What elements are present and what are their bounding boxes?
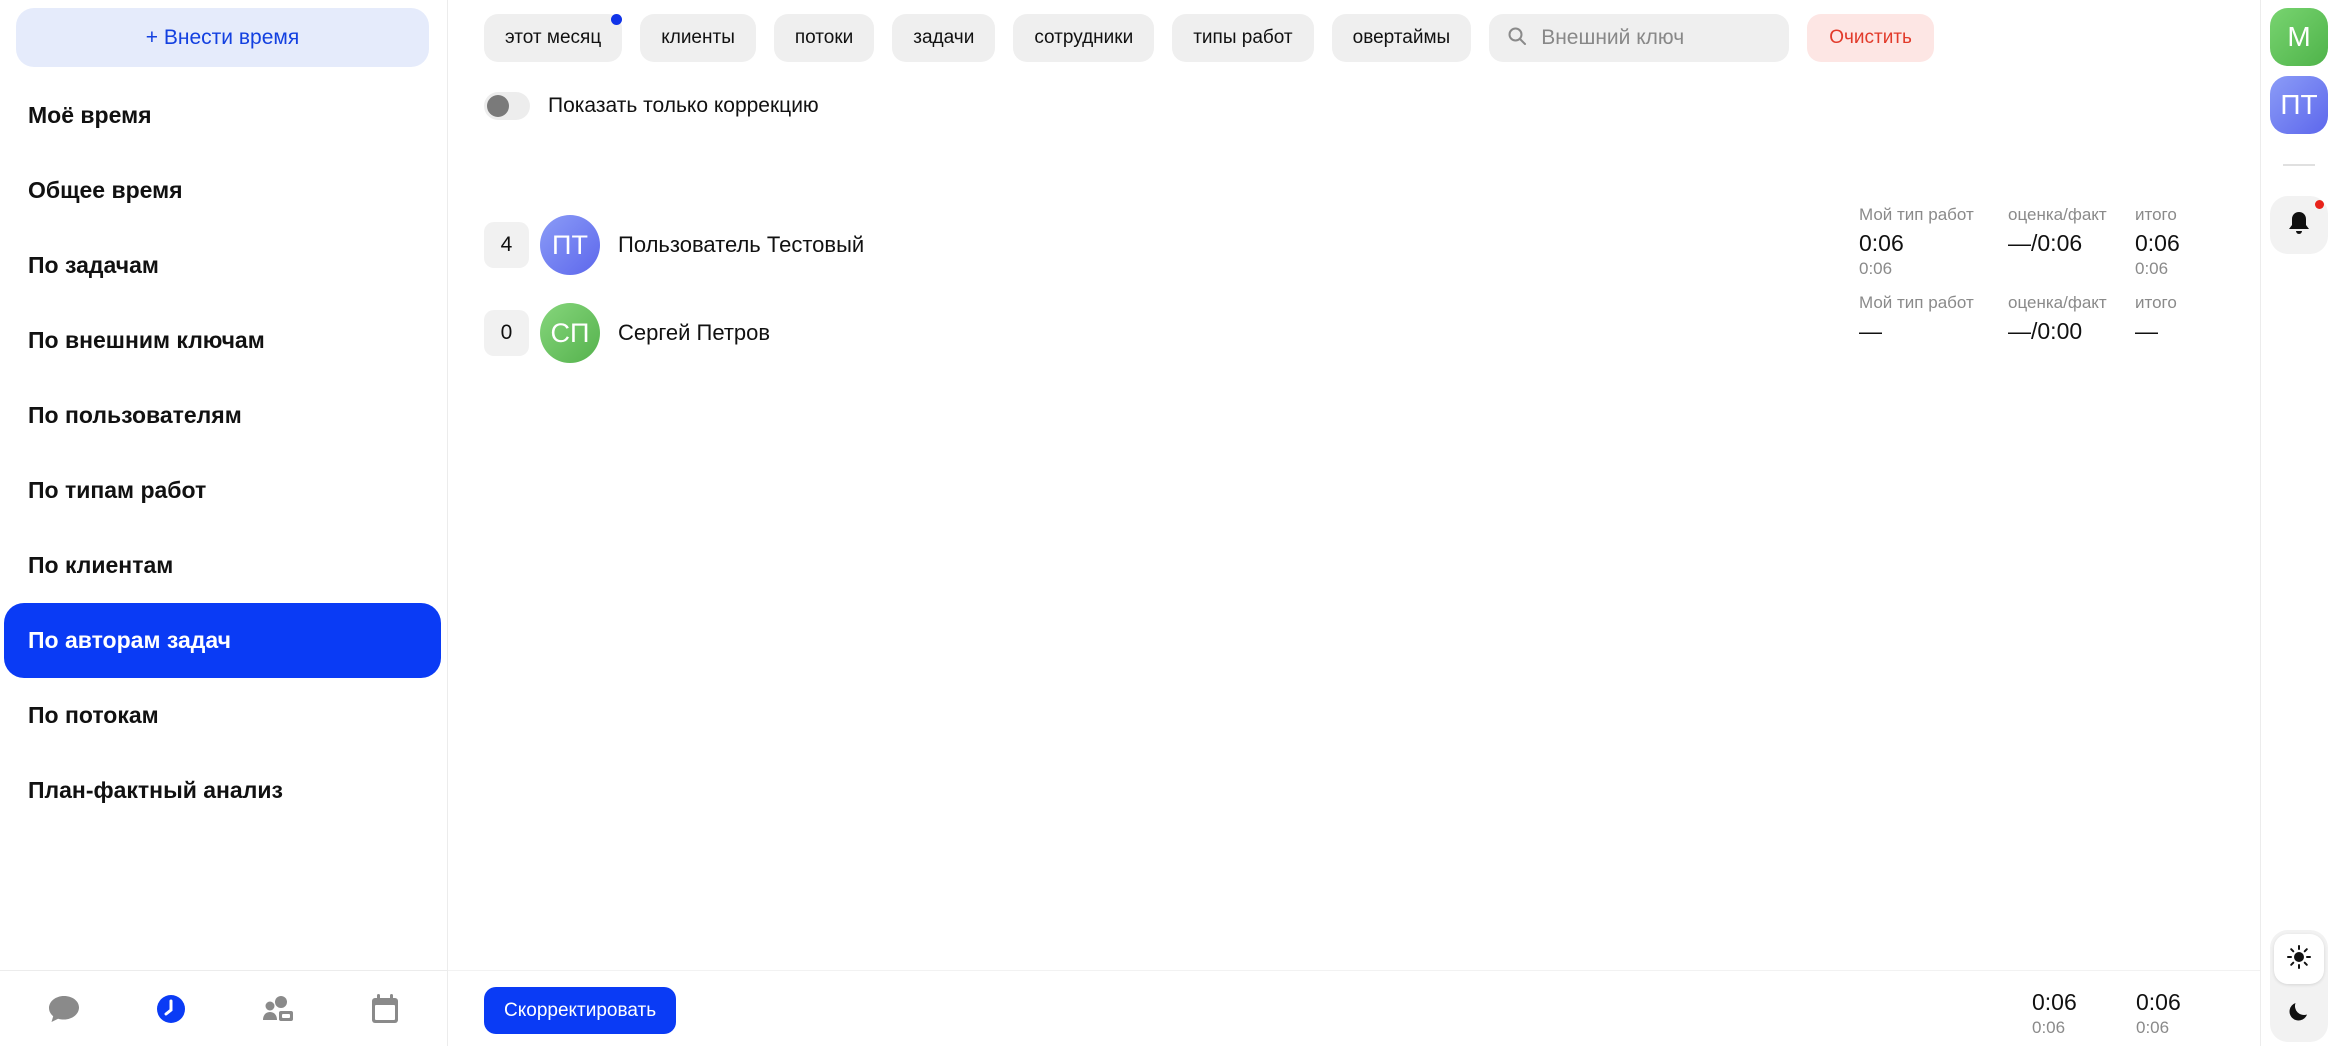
stat-my-work-type: Мой тип работ 0:06 0:06 bbox=[1859, 205, 1974, 279]
calendar-icon[interactable] bbox=[365, 989, 405, 1029]
user-name: Сергей Петров bbox=[618, 320, 771, 345]
sidebar-item-by-task-authors[interactable]: По авторам задач bbox=[4, 603, 441, 678]
correction-toggle-row: Показать только коррекцию bbox=[484, 92, 819, 120]
light-theme-button[interactable] bbox=[2274, 934, 2324, 984]
stat-value: 0:06 bbox=[2135, 230, 2180, 256]
filter-chip-streams[interactable]: потоки bbox=[773, 14, 875, 62]
filter-chip-label: этот месяц bbox=[505, 27, 602, 48]
filter-chip-label: потоки bbox=[794, 27, 854, 48]
filter-bar: этот месяц клиенты потоки задачи сотрудн… bbox=[484, 14, 1934, 62]
notification-dot bbox=[2315, 200, 2324, 209]
footer-total-sub: 0:06 bbox=[2136, 1018, 2170, 1037]
footer-total-sum: 0:06 0:06 bbox=[2136, 989, 2181, 1038]
sidebar-item-my-time[interactable]: Моё время bbox=[4, 78, 441, 153]
footer-bar: Скорректировать 0:06 0:06 0:06 0:06 bbox=[448, 970, 2260, 1046]
sidebar-nav: Моё время Общее время По задачам По внеш… bbox=[4, 78, 441, 828]
stat-estimate-fact: оценка/факт —/0:00 bbox=[2008, 293, 2107, 345]
stat-label: итого bbox=[2135, 205, 2177, 224]
footer-total-value: 0:06 bbox=[2032, 989, 2077, 1015]
sun-icon bbox=[2286, 944, 2312, 975]
dark-theme-button[interactable] bbox=[2274, 988, 2324, 1038]
filter-chip-label: сотрудники bbox=[1034, 27, 1134, 48]
footer-total-estimate: 0:06 0:06 bbox=[2032, 989, 2077, 1038]
rail-divider bbox=[2283, 164, 2315, 166]
stat-value: —/0:06 bbox=[2008, 230, 2083, 256]
stat-my-work-type: Мой тип работ — bbox=[1859, 293, 1974, 345]
filter-chip-clients[interactable]: клиенты bbox=[640, 14, 756, 62]
footer-total-value: 0:06 bbox=[2136, 989, 2181, 1015]
chat-icon[interactable] bbox=[44, 989, 84, 1029]
row-count-badge: 0 bbox=[484, 310, 529, 356]
sidebar-item-by-streams[interactable]: По потокам bbox=[4, 678, 441, 753]
stat-sub: 0:06 bbox=[2135, 259, 2169, 278]
stat-estimate-fact: оценка/факт —/0:06 bbox=[2008, 205, 2107, 257]
sidebar-item-total-time[interactable]: Общее время bbox=[4, 153, 441, 228]
table-row[interactable]: 0 СП Сергей Петров Мой тип работ — оценк… bbox=[484, 293, 2224, 363]
correction-toggle-label: Показать только коррекцию bbox=[548, 94, 819, 117]
external-key-search bbox=[1489, 14, 1790, 62]
sidebar-item-by-work-types[interactable]: По типам работ bbox=[4, 453, 441, 528]
correction-toggle[interactable] bbox=[484, 92, 530, 120]
stat-label: Мой тип работ bbox=[1859, 293, 1974, 312]
active-filter-dot bbox=[611, 14, 623, 25]
stat-value: —/0:00 bbox=[2008, 318, 2083, 344]
correct-button[interactable]: Скорректировать bbox=[484, 987, 677, 1034]
user-avatar-pt[interactable]: ПТ bbox=[2270, 76, 2328, 134]
people-icon[interactable] bbox=[258, 989, 298, 1029]
filter-chip-label: задачи bbox=[913, 27, 975, 48]
filter-chip-work-types[interactable]: типы работ bbox=[1172, 14, 1314, 62]
notifications-button[interactable] bbox=[2270, 196, 2328, 254]
avatar: СП bbox=[540, 303, 600, 363]
avatar: ПТ bbox=[540, 215, 600, 275]
moon-icon bbox=[2287, 999, 2311, 1028]
add-time-button[interactable]: + Внести время bbox=[16, 8, 429, 67]
stat-label: Мой тип работ bbox=[1859, 205, 1974, 224]
stat-label: оценка/факт bbox=[2008, 205, 2107, 224]
footer-total-sub: 0:06 bbox=[2032, 1018, 2066, 1037]
table-row[interactable]: 4 ПТ Пользователь Тестовый Мой тип работ… bbox=[484, 205, 2224, 278]
sidebar-bottom-bar bbox=[0, 970, 448, 1046]
workspace-avatar-m[interactable]: М bbox=[2270, 8, 2328, 66]
stat-value: — bbox=[2135, 318, 2158, 344]
stat-sub: 0:06 bbox=[1859, 259, 1893, 278]
filter-chip-overtimes[interactable]: овертаймы bbox=[1331, 14, 1472, 62]
sidebar-item-by-external-keys[interactable]: По внешним ключам bbox=[4, 303, 441, 378]
filter-chip-label: типы работ bbox=[1193, 27, 1293, 48]
stat-total: итого 0:06 0:06 bbox=[2135, 205, 2180, 279]
toggle-knob bbox=[487, 95, 509, 117]
filter-chip-employees[interactable]: сотрудники bbox=[1013, 14, 1155, 62]
main-content: этот месяц клиенты потоки задачи сотрудн… bbox=[448, 0, 2260, 1046]
stat-label: итого bbox=[2135, 293, 2177, 312]
search-icon bbox=[1507, 26, 1527, 51]
user-name: Пользователь Тестовый bbox=[618, 232, 865, 257]
bell-icon bbox=[2287, 210, 2311, 241]
right-rail: М ПТ bbox=[2260, 0, 2335, 1046]
sidebar-item-by-clients[interactable]: По клиентам bbox=[4, 528, 441, 603]
filter-chip-this-month[interactable]: этот месяц bbox=[484, 14, 623, 62]
stat-value: 0:06 bbox=[1859, 230, 1904, 256]
sidebar-item-by-users[interactable]: По пользователям bbox=[4, 378, 441, 453]
sidebar-item-plan-fact[interactable]: План-фактный анализ bbox=[4, 753, 441, 828]
row-count-badge: 4 bbox=[484, 222, 529, 268]
search-input[interactable] bbox=[1541, 26, 1772, 50]
stat-label: оценка/факт bbox=[2008, 293, 2107, 312]
stat-value: — bbox=[1859, 318, 1882, 344]
clear-button[interactable]: Очистить bbox=[1807, 14, 1934, 62]
sidebar-item-by-tasks[interactable]: По задачам bbox=[4, 228, 441, 303]
filter-chip-label: клиенты bbox=[661, 27, 735, 48]
clock-icon[interactable] bbox=[151, 989, 191, 1029]
sidebar: + Внести время Моё время Общее время По … bbox=[0, 0, 448, 1046]
filter-chip-label: овертаймы bbox=[1352, 27, 1451, 48]
stat-total: итого — bbox=[2135, 293, 2177, 345]
theme-switcher bbox=[2270, 930, 2328, 1042]
filter-chip-tasks[interactable]: задачи bbox=[892, 14, 996, 62]
